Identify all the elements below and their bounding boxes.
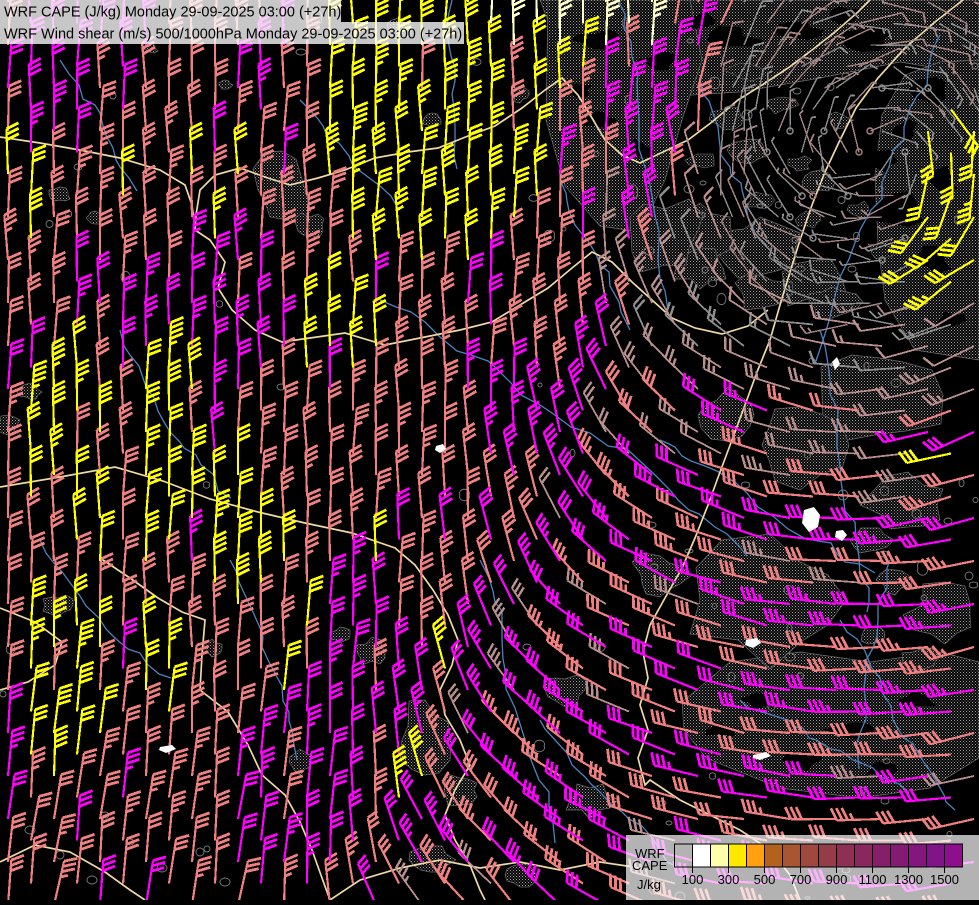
svg-text:900: 900 (826, 872, 848, 887)
svg-text:WRF CAPE (J/kg) Monday 29-09-2: WRF CAPE (J/kg) Monday 29-09-2025 03:00 … (4, 5, 341, 21)
svg-text:CAPE: CAPE (632, 858, 668, 873)
svg-text:500: 500 (754, 872, 776, 887)
svg-text:300: 300 (718, 872, 740, 887)
svg-text:J/kg: J/kg (637, 877, 661, 892)
svg-text:1300: 1300 (894, 872, 923, 887)
svg-text:WRF Wind shear (m/s) 500/1000h: WRF Wind shear (m/s) 500/1000hPa Monday … (4, 27, 462, 43)
svg-text:1100: 1100 (859, 872, 887, 887)
svg-text:100: 100 (682, 872, 704, 887)
svg-text:1500: 1500 (930, 872, 959, 887)
svg-text:700: 700 (790, 872, 812, 887)
